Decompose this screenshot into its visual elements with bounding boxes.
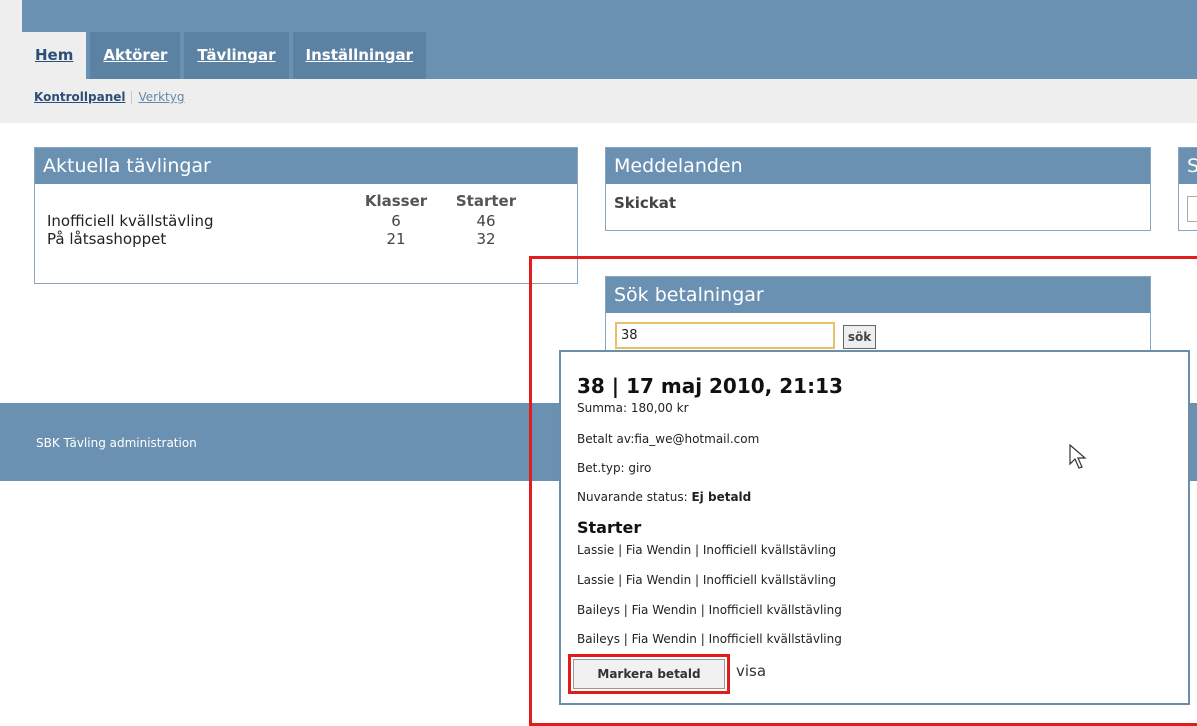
- starter-entry: Baileys | Fia Wendin | Inofficiell kväll…: [577, 632, 842, 646]
- footer-text: SBK Tävling administration: [36, 436, 197, 450]
- tab-aktorer[interactable]: Aktörer: [90, 32, 181, 79]
- starter-entry: Lassie | Fia Wendin | Inofficiell kvälls…: [577, 543, 837, 557]
- main-nav: Hem Aktörer Tävlingar Inställningar: [22, 32, 430, 79]
- payment-summa: Summa: 180,00 kr: [577, 401, 689, 415]
- messages-panel: Meddelanden Skickat: [605, 147, 1151, 231]
- col-klasser: Klasser: [364, 192, 428, 210]
- subnav-divider: [131, 91, 133, 104]
- competitions-table: Klasser Starter Inofficiell kvällstävlin…: [43, 190, 531, 248]
- messages-item[interactable]: Skickat: [606, 184, 1150, 216]
- current-competitions-panel: Aktuella tävlingar Klasser Starter Inoff…: [34, 147, 578, 284]
- payment-paid-by: Betalt av:fia_we@hotmail.com: [577, 432, 760, 446]
- starter-heading: Starter: [577, 518, 642, 537]
- payment-status: Nuvarande status: Ej betald: [577, 490, 751, 504]
- current-competitions-title: Aktuella tävlingar: [35, 148, 577, 184]
- col-starter: Starter: [455, 192, 517, 210]
- competition-name[interactable]: Inofficiell kvällstävling: [43, 212, 351, 230]
- mouse-pointer-icon: [1069, 443, 1089, 474]
- tab-hem[interactable]: Hem: [22, 32, 87, 79]
- subnav-kontrollpanel[interactable]: Kontrollpanel: [34, 90, 125, 104]
- klasser-value: 6: [391, 212, 401, 230]
- messages-title: Meddelanden: [606, 148, 1150, 184]
- table-header: Klasser Starter: [43, 190, 531, 212]
- starter-entry: Lassie | Fia Wendin | Inofficiell kvälls…: [577, 573, 837, 587]
- competition-name[interactable]: På låtsashoppet: [43, 230, 351, 248]
- status-value: Ej betald: [691, 490, 752, 504]
- third-panel-input[interactable]: [1187, 196, 1197, 222]
- starter-entry: Baileys | Fia Wendin | Inofficiell kväll…: [577, 603, 842, 617]
- current-competitions-body: Klasser Starter Inofficiell kvällstävlin…: [35, 184, 577, 252]
- payment-title: 38 | 17 maj 2010, 21:13: [577, 374, 843, 398]
- table-row[interactable]: På låtsashoppet 21 32: [43, 230, 531, 248]
- klasser-value: 21: [386, 230, 406, 248]
- tab-tavlingar[interactable]: Tävlingar: [184, 32, 289, 79]
- mark-paid-button[interactable]: Markera betald: [573, 659, 725, 689]
- status-label: Nuvarande status:: [577, 490, 692, 504]
- starter-value: 46: [476, 212, 496, 230]
- payment-type: Bet.typ: giro: [577, 461, 652, 475]
- visa-link[interactable]: visa: [736, 662, 766, 680]
- payment-detail-popup: 38 | 17 maj 2010, 21:13 Summa: 180,00 kr…: [559, 350, 1190, 705]
- tab-installningar[interactable]: Inställningar: [292, 32, 427, 79]
- starter-value: 32: [476, 230, 496, 248]
- subnav-verktyg[interactable]: Verktyg: [138, 90, 184, 104]
- third-panel: S: [1178, 147, 1197, 231]
- sub-nav: Kontrollpanel Verktyg: [34, 90, 184, 104]
- third-panel-title: S: [1179, 148, 1197, 184]
- table-row[interactable]: Inofficiell kvällstävling 6 46: [43, 212, 531, 230]
